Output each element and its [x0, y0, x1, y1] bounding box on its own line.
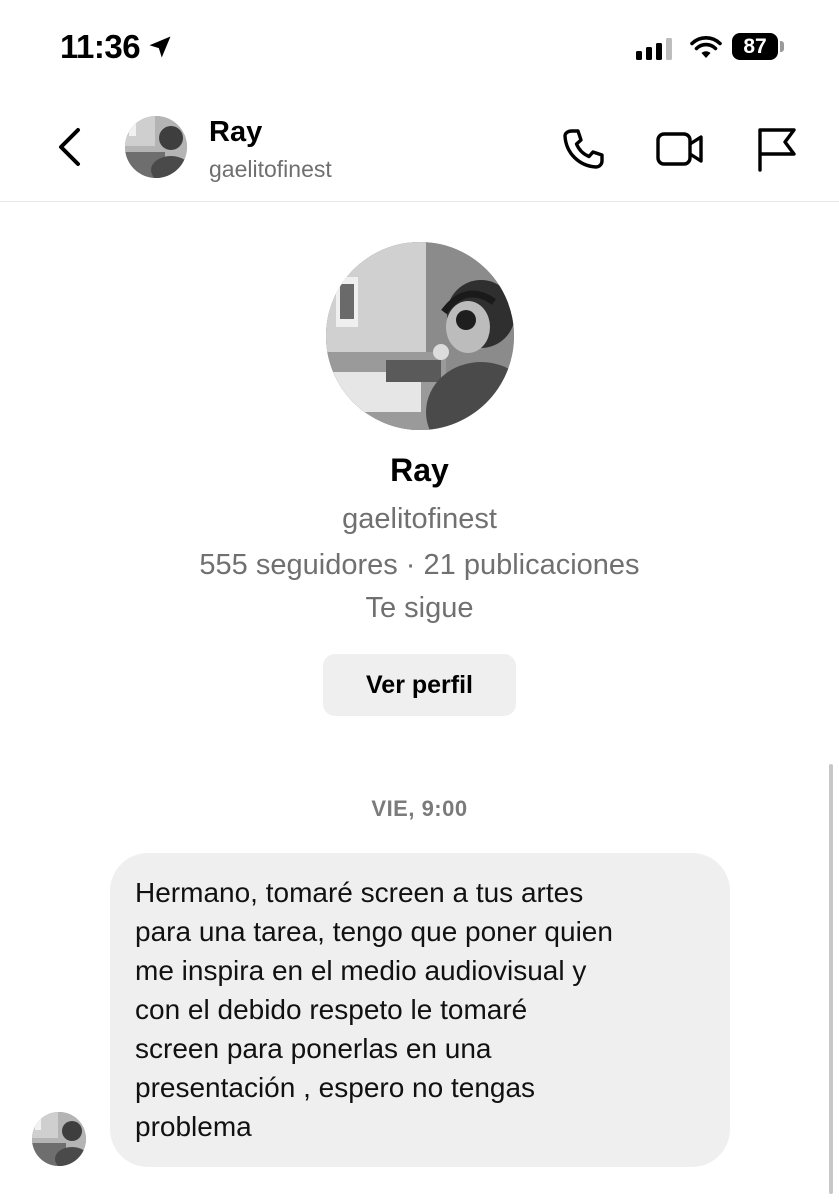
back-chevron-icon[interactable]	[48, 122, 92, 172]
battery-icon: 87	[732, 33, 778, 60]
flag-icon[interactable]	[752, 124, 802, 174]
view-profile-button[interactable]: Ver perfil	[323, 654, 516, 716]
date-divider: VIE, 9:00	[371, 796, 468, 821]
status-time: 11:36	[60, 28, 174, 66]
message-sender-avatar[interactable]	[32, 1112, 86, 1166]
location-arrow-icon	[149, 36, 171, 58]
scrollbar[interactable]	[829, 764, 833, 1194]
profile-avatar[interactable]	[326, 242, 514, 430]
battery-cap	[780, 41, 784, 52]
cellular-signal-icon	[636, 38, 672, 60]
profile-stats: 555 seguidores · 21 publicaciones	[199, 549, 640, 581]
header-avatar[interactable]	[125, 116, 187, 178]
wifi-icon	[690, 36, 722, 58]
header-username[interactable]: gaelitofinest	[209, 156, 332, 183]
follows-you-label: Te sigue	[365, 592, 474, 624]
status-time-text: 11:36	[60, 28, 141, 65]
message-bubble[interactable]: Hermano, tomaré screen a tus artes para …	[110, 853, 730, 1167]
chat-header: Ray gaelitofinest	[0, 100, 839, 202]
profile-photo	[326, 242, 514, 430]
header-name[interactable]: Ray	[209, 116, 262, 149]
dm-screen: 11:36 87 Ray gaelitofinest Ray gaelitofi…	[0, 0, 839, 1200]
battery-level: 87	[743, 34, 767, 58]
profile-name: Ray	[390, 452, 449, 488]
video-camera-icon[interactable]	[655, 124, 705, 174]
sender-avatar-photo	[32, 1112, 86, 1166]
avatar-photo	[125, 116, 187, 178]
phone-icon[interactable]	[558, 124, 608, 174]
profile-username: gaelitofinest	[342, 503, 497, 535]
